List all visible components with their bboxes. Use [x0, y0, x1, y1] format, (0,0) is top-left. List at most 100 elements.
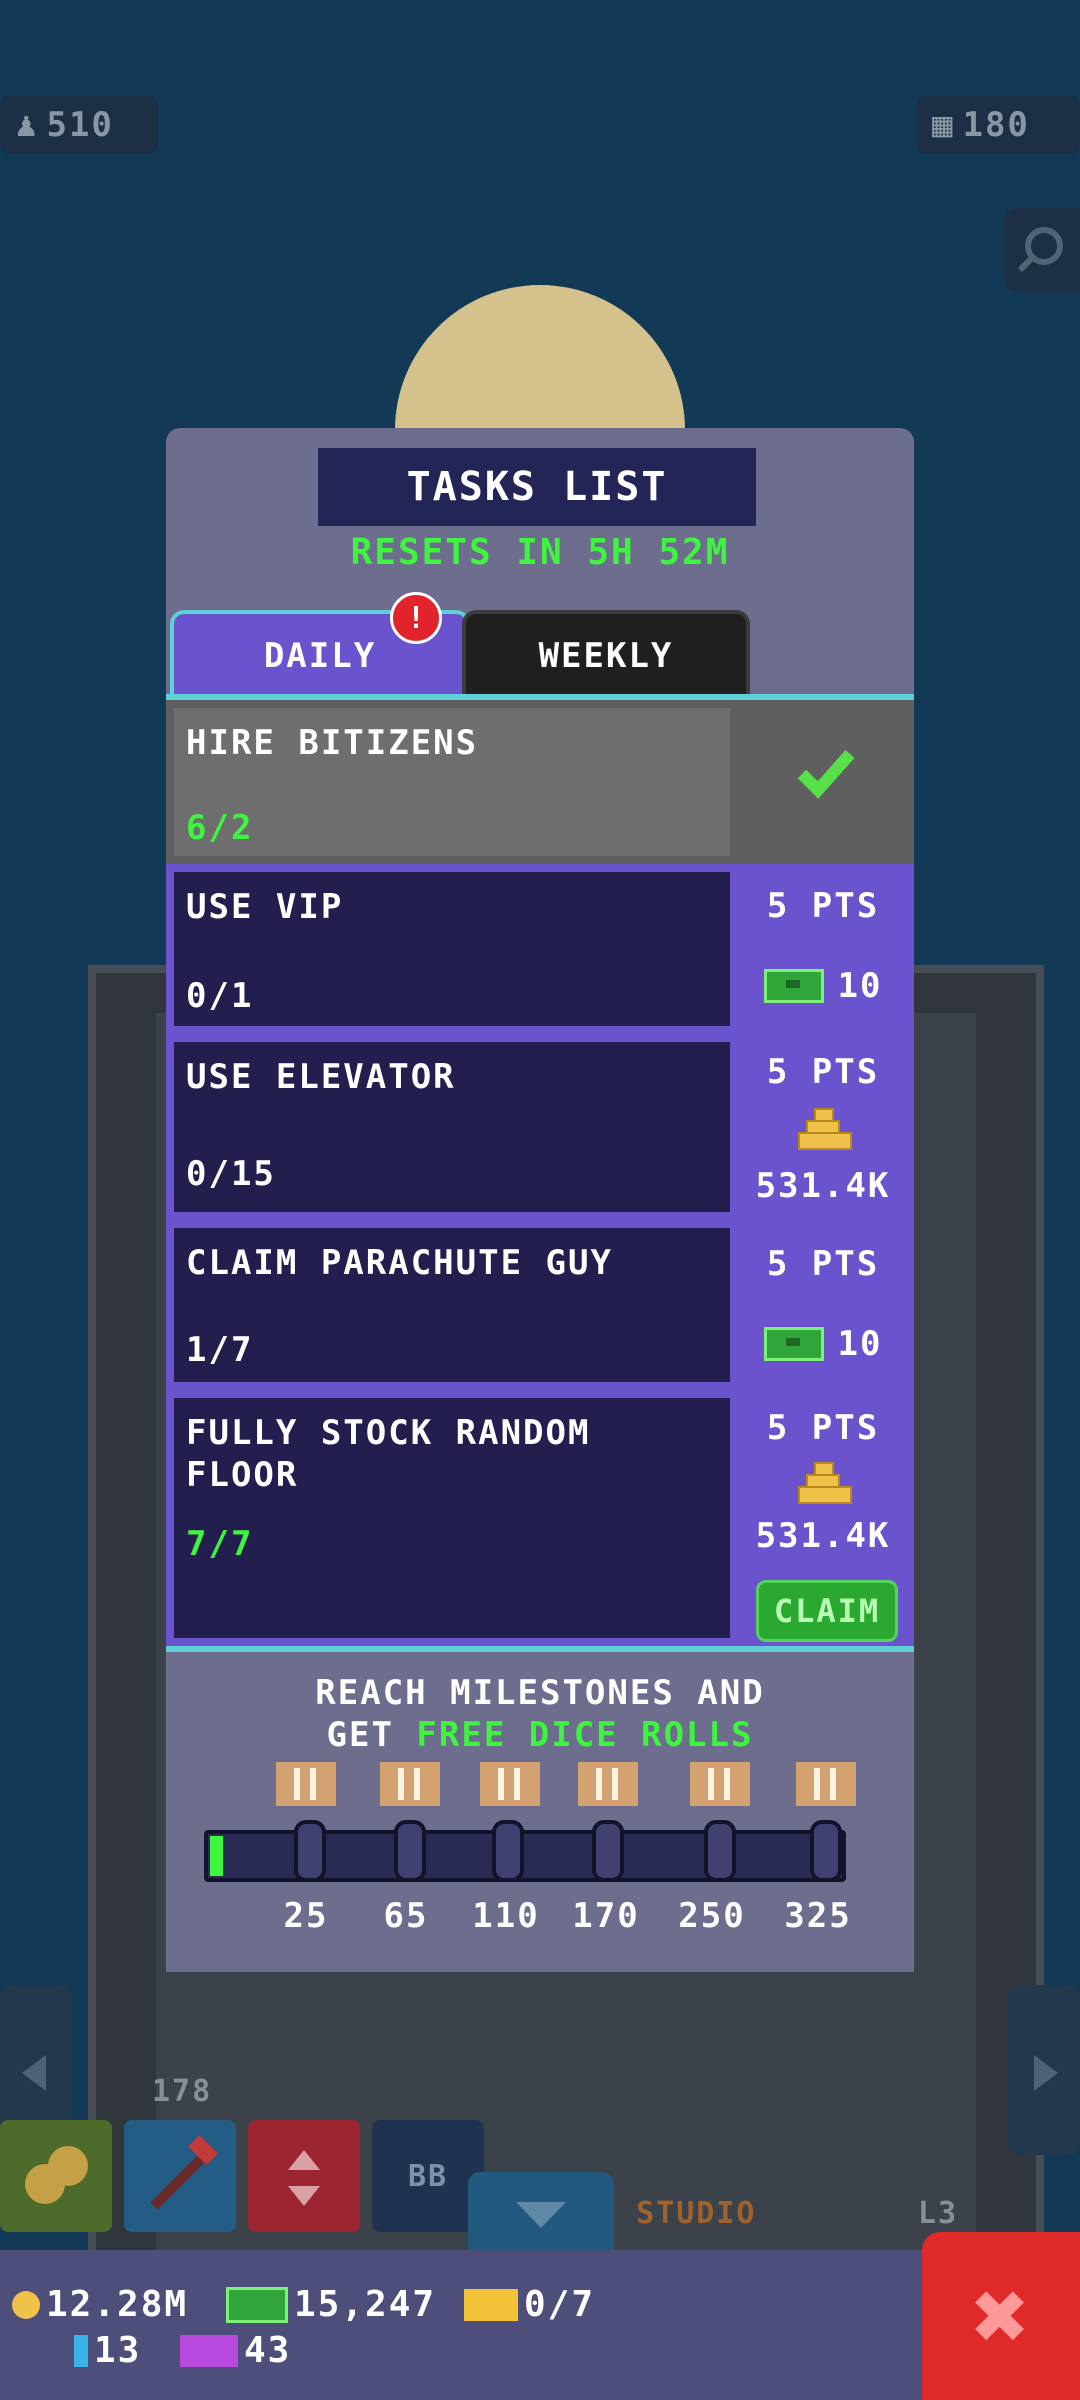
close-icon: ✖ — [972, 2260, 1030, 2372]
task-info: FULLY STOCK RANDOM FLOOR 7/7 — [174, 1398, 730, 1638]
task-name: CLAIM PARACHUTE GUY — [186, 1243, 613, 1283]
search-icon — [1017, 227, 1063, 273]
milestone-line-2: GET FREE DICE ROLLS — [166, 1714, 914, 1756]
gold-coins-icon — [796, 1108, 852, 1152]
dice-chest-icon[interactable] — [380, 1762, 440, 1806]
alert-badge: ! — [390, 592, 442, 644]
floor-number: 178 — [152, 2074, 213, 2109]
task-progress: 0/1 — [186, 976, 254, 1016]
coins-toolbar-button[interactable] — [0, 2120, 112, 2232]
reward-amount: 10 — [732, 966, 914, 1006]
task-points: 5 PTS — [766, 886, 880, 926]
gold-coins-icon — [796, 1462, 852, 1506]
vip-resource: 43 — [180, 2330, 291, 2371]
task-info: USE ELEVATOR 0/15 — [174, 1042, 730, 1212]
reward-value: 10 — [837, 1324, 883, 1364]
population-value: 510 — [46, 105, 114, 145]
population-counter: ♟ 510 — [0, 96, 158, 154]
reward-icon-row — [732, 1462, 914, 1506]
key-icon — [74, 2334, 88, 2367]
milestone-prefix: GET — [326, 1715, 417, 1755]
build-toolbar-button[interactable] — [124, 2120, 236, 2232]
reset-timer: RESETS IN 5H 52M — [350, 532, 730, 573]
milestone-description: REACH MILESTONES AND GET FREE DICE ROLLS — [166, 1672, 914, 1756]
reward-value: 10 — [837, 966, 883, 1006]
studio-label: S STUDIO — [596, 2196, 757, 2231]
task-points: 5 PTS — [766, 1408, 880, 1448]
checkmark-icon — [797, 750, 855, 799]
task-info: CLAIM PARACHUTE GUY 1/7 — [174, 1228, 730, 1382]
coins-resource: 12.28M — [12, 2284, 188, 2325]
coins-icon — [25, 2146, 88, 2204]
tickets-value: 0/7 — [524, 2284, 596, 2325]
task-row: CLAIM PARACHUTE GUY 1/7 5 PTS 10 — [166, 1220, 914, 1390]
collapse-toolbar-button[interactable] — [468, 2172, 614, 2250]
tab-weekly[interactable]: WEEKLY — [462, 610, 750, 698]
keys-value: 13 — [94, 2330, 142, 2371]
floor-marker: L3 — [918, 2196, 959, 2231]
cash-icon — [763, 1327, 824, 1361]
task-row: HIRE BITIZENS 6/2 — [166, 700, 914, 864]
milestone-node — [492, 1820, 524, 1882]
reward-amount: 10 — [732, 1324, 914, 1364]
modal-title: TASKS LIST — [318, 448, 756, 526]
task-progress: 6/2 — [186, 808, 254, 848]
tickets-resource: 0/7 — [464, 2284, 595, 2325]
task-reward: 5 PTS 531.4K — [732, 1034, 914, 1220]
task-name: FULLY STOCK RANDOM FLOOR — [186, 1413, 591, 1495]
reward-value: 531.4K — [755, 1166, 891, 1206]
elevator-icon — [288, 2150, 320, 2206]
tab-daily-label: DAILY — [263, 636, 377, 676]
task-info: HIRE BITIZENS 6/2 — [174, 708, 730, 856]
right-nav-arrow[interactable] — [1008, 1985, 1080, 2155]
resource-bar — [0, 2250, 930, 2400]
task-row: USE ELEVATOR 0/15 5 PTS 531.4K — [166, 1034, 914, 1220]
milestone-value: 65 — [383, 1896, 429, 1936]
elevator-toolbar-button[interactable] — [248, 2120, 360, 2232]
claim-button[interactable]: CLAIM — [756, 1580, 898, 1642]
person-icon: ♟ — [16, 105, 39, 145]
task-progress: 0/15 — [186, 1154, 276, 1194]
task-progress: 1/7 — [186, 1330, 254, 1370]
milestone-value: 170 — [572, 1896, 640, 1936]
milestone-value: 325 — [784, 1896, 852, 1936]
bux-resource: 15,247 — [226, 2284, 436, 2325]
keys-resource: 13 — [74, 2330, 141, 2371]
milestone-node — [294, 1820, 326, 1882]
dice-chest-icon[interactable] — [690, 1762, 750, 1806]
task-name: HIRE BITIZENS — [186, 723, 479, 763]
task-name: USE VIP — [186, 887, 344, 927]
dice-chest-icon[interactable] — [796, 1762, 856, 1806]
milestone-node — [704, 1820, 736, 1882]
milestone-node — [394, 1820, 426, 1882]
task-status — [732, 700, 914, 864]
vip-value: 43 — [244, 2330, 292, 2371]
close-button[interactable]: ✖ — [922, 2232, 1080, 2400]
milestone-value: 110 — [472, 1896, 540, 1936]
task-reward: 5 PTS 10 — [732, 864, 914, 1034]
coins-value: 12.28M — [46, 2284, 189, 2325]
task-progress: 7/7 — [186, 1524, 254, 1564]
task-points: 5 PTS — [766, 1052, 880, 1092]
dice-chest-icon[interactable] — [276, 1762, 336, 1806]
vip-icon — [180, 2334, 238, 2367]
task-row: USE VIP 0/1 5 PTS 10 — [166, 864, 914, 1034]
tab-weekly-label: WEEKLY — [538, 636, 674, 676]
bux-value: 15,247 — [294, 2284, 437, 2325]
dice-chest-icon[interactable] — [480, 1762, 540, 1806]
search-button[interactable] — [1004, 208, 1080, 292]
task-info: USE VIP 0/1 — [174, 872, 730, 1026]
dice-chest-icon[interactable] — [578, 1762, 638, 1806]
tasks-modal: TASKS LIST RESETS IN 5H 52M DAILY WEEKLY… — [166, 428, 914, 1972]
milestone-line-1: REACH MILESTONES AND — [315, 1673, 765, 1713]
task-name: USE ELEVATOR — [186, 1057, 456, 1097]
hammer-icon — [150, 2135, 218, 2210]
milestone-node — [592, 1820, 624, 1882]
milestone-value: 250 — [678, 1896, 746, 1936]
floor-counter: ▦ 180 — [916, 96, 1080, 154]
cash-icon — [226, 2286, 288, 2323]
floor-count-value: 180 — [962, 105, 1030, 145]
building-icon: ▦ — [932, 105, 955, 145]
chevron-right-icon — [1034, 2055, 1058, 2091]
parachute-dome — [395, 285, 685, 435]
